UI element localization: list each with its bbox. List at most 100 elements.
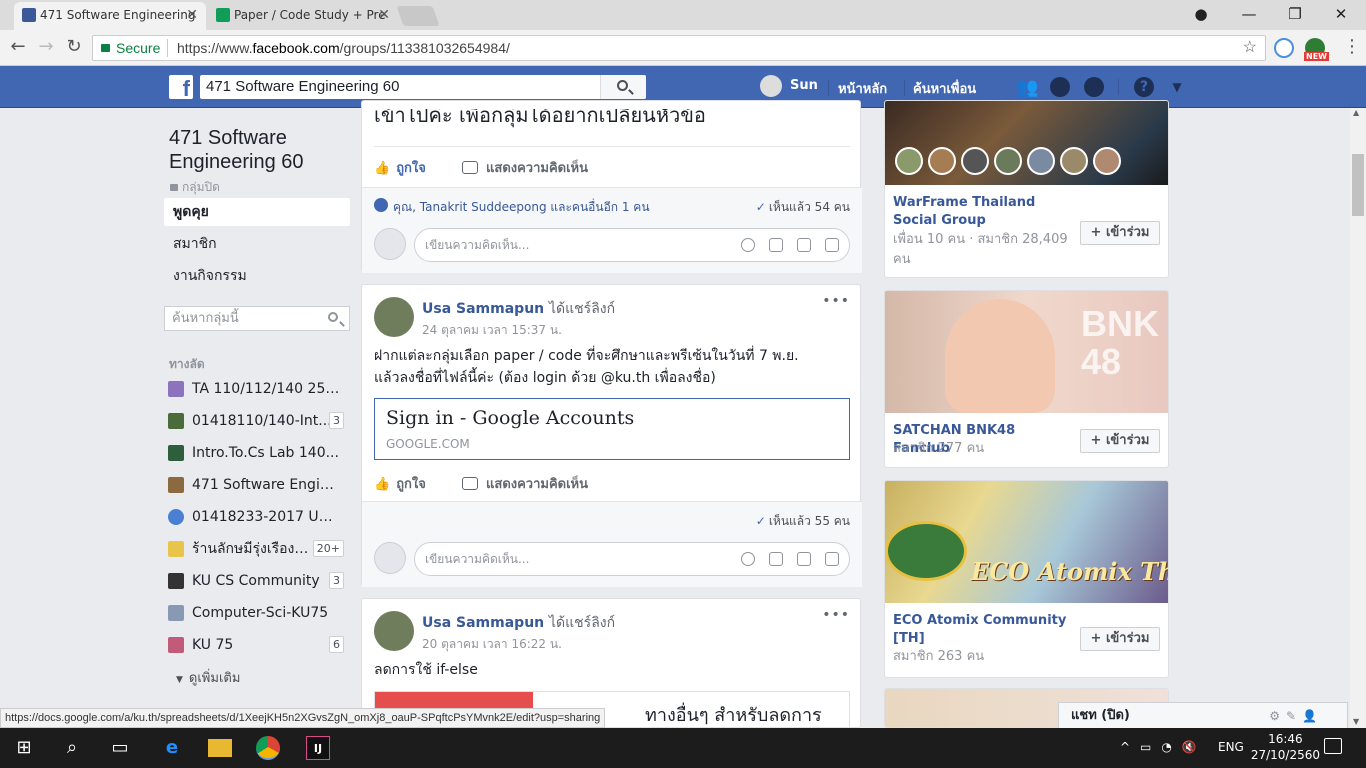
shortcut-item[interactable]: Intro.To.Cs Lab 140... <box>168 442 348 464</box>
like-button[interactable]: 👍 ถูกใจ <box>374 157 426 178</box>
likes-summary-text[interactable]: คุณ, Tanakrit Suddeepong และคนอื่นอีก 1 … <box>393 198 650 217</box>
comment-button[interactable]: แสดงความคิดเห็น <box>462 157 588 178</box>
author-avatar[interactable] <box>374 611 414 651</box>
messenger-icon[interactable] <box>1050 77 1070 97</box>
notifications-globe-icon[interactable] <box>1084 77 1104 97</box>
windows-start-icon[interactable]: ⊞ <box>12 736 36 760</box>
shortcut-item[interactable]: 471 Software Engin... <box>168 474 348 496</box>
profile-icon[interactable]: ● <box>1178 0 1224 30</box>
shortcut-item[interactable]: KU 75 6 <box>168 634 348 656</box>
emoji-icon[interactable] <box>741 552 755 566</box>
post-author[interactable]: Usa Sammapun ได้แชร์ลิงก์ <box>422 612 615 634</box>
gif-icon[interactable] <box>797 238 811 252</box>
group-title[interactable]: 471 Software Engineering 60 <box>169 126 304 174</box>
post-options-icon[interactable]: ••• <box>822 607 850 623</box>
address-bar[interactable]: Secure https://www.facebook.com/groups/1… <box>92 35 1266 61</box>
seen-count[interactable]: ✓ เห็นแล้ว 55 คน <box>756 512 850 531</box>
page-scrollbar[interactable]: ▲ ▼ <box>1350 108 1366 728</box>
check-icon: ✓ <box>755 514 766 528</box>
seen-count[interactable]: ✓ เห็นแล้ว 54 คน <box>756 198 850 217</box>
edge-icon[interactable]: e <box>160 736 184 760</box>
user-avatar[interactable] <box>760 75 782 97</box>
find-friends-link[interactable]: ค้นหาเพื่อน <box>913 78 976 99</box>
suggested-group-name[interactable]: ECO Atomix Community [TH] <box>893 612 1073 648</box>
cloud-extension-icon[interactable] <box>1274 38 1294 58</box>
close-window-button[interactable]: ✕ <box>1318 0 1364 30</box>
join-group-button[interactable]: + เข้าร่วม <box>1080 429 1160 453</box>
shortcut-item[interactable]: Computer-Sci-KU75 <box>168 602 348 624</box>
language-indicator[interactable]: ENG <box>1218 740 1244 754</box>
task-view-icon[interactable]: ▭ <box>108 736 132 760</box>
comment-input[interactable]: เขียนความคิดเห็น... <box>414 228 850 262</box>
post-timestamp[interactable]: 24 ตุลาคม เวลา 15:37 น. <box>422 321 562 340</box>
chat-bar[interactable]: แชท (ปิด) ⚙✎👤 <box>1058 702 1348 730</box>
forward-arrow-icon[interactable]: → <box>34 36 58 60</box>
link-title: Sign in - Google Accounts <box>386 407 635 429</box>
close-tab-icon[interactable]: ✕ <box>186 2 198 28</box>
emoji-icon[interactable] <box>741 238 755 252</box>
shortcut-item[interactable]: 01418110/140-Int... 3 <box>168 410 348 432</box>
group-search-input[interactable]: ค้นหากลุ่มนี้ <box>164 306 350 331</box>
friend-requests-icon[interactable]: 👥 <box>1016 77 1038 98</box>
scroll-up-icon[interactable]: ▲ <box>1353 108 1359 117</box>
post-timestamp[interactable]: 20 ตุลาคม เวลา 16:22 น. <box>422 635 562 654</box>
profile-link[interactable]: Sun <box>790 78 818 93</box>
author-avatar[interactable] <box>374 297 414 337</box>
browser-tab-facebook[interactable]: 471 Software Engineering ✕ <box>14 2 206 30</box>
group-cover-image[interactable]: ECO Atomix Thail <box>885 481 1168 603</box>
maximize-button[interactable]: ❐ <box>1272 0 1318 30</box>
back-arrow-icon[interactable]: ← <box>6 36 30 60</box>
clock[interactable]: 16:46 27/10/2560 <box>1251 731 1320 763</box>
home-link[interactable]: หน้าหลัก <box>838 78 887 99</box>
new-tab-button[interactable] <box>396 6 440 26</box>
minimize-button[interactable]: — <box>1226 0 1272 30</box>
comment-button[interactable]: แสดงความคิดเห็น <box>462 473 588 494</box>
comment-input[interactable]: เขียนความคิดเห็น... <box>414 542 850 576</box>
search-icon[interactable]: ⌕ <box>60 736 84 760</box>
comment-bubble-icon <box>462 477 478 490</box>
scroll-down-icon[interactable]: ▼ <box>1353 717 1359 726</box>
facebook-favicon-icon <box>22 8 36 22</box>
chat-options-icons[interactable]: ⚙✎👤 <box>1269 703 1323 729</box>
link-preview[interactable]: Sign in - Google Accounts GOOGLE.COM <box>374 398 850 460</box>
chrome-icon[interactable] <box>256 736 280 760</box>
join-group-button[interactable]: + เข้าร่วม <box>1080 627 1160 651</box>
facebook-logo[interactable]: f <box>169 75 193 101</box>
group-nav-events[interactable]: งานกิจกรรม <box>164 262 350 290</box>
post-options-icon[interactable]: ••• <box>822 293 850 309</box>
system-tray-icons[interactable]: ^▭◔🔇 <box>1120 740 1207 754</box>
close-tab-icon[interactable]: ✕ <box>378 2 390 28</box>
suggested-group-name[interactable]: WarFrame Thailand Social Group <box>893 194 1073 230</box>
bookmark-star-icon[interactable]: ☆ <box>1243 36 1257 60</box>
post-author[interactable]: Usa Sammapun ได้แชร์ลิงก์ <box>422 298 615 320</box>
menu-kebab-icon[interactable]: ⋮ <box>1340 36 1364 60</box>
search-icon[interactable] <box>328 312 338 322</box>
search-button[interactable] <box>600 75 646 99</box>
group-cover-image[interactable]: BNK 48 <box>885 291 1168 413</box>
browser-tab-sheets[interactable]: Paper / Code Study + Pre ✕ <box>208 2 398 30</box>
shortcut-item[interactable]: ร้านลักษมีรุ่งเรือง ... 20+ <box>168 538 348 560</box>
scrollbar-thumb[interactable] <box>1352 154 1364 216</box>
gif-icon[interactable] <box>797 552 811 566</box>
action-center-icon[interactable] <box>1324 738 1342 754</box>
group-nav-members[interactable]: สมาชิก <box>164 230 350 258</box>
join-group-button[interactable]: + เข้าร่วม <box>1080 221 1160 245</box>
plus-icon: + <box>1090 433 1106 448</box>
see-more-link[interactable]: ▼ ดูเพิ่มเติม <box>176 667 240 688</box>
reload-icon[interactable]: ↻ <box>62 36 86 60</box>
account-menu-caret-icon[interactable]: ▼ <box>1166 77 1188 97</box>
secure-indicator[interactable]: Secure <box>101 36 160 60</box>
file-explorer-icon[interactable] <box>208 739 232 757</box>
camera-icon[interactable] <box>769 238 783 252</box>
sticker-icon[interactable] <box>825 552 839 566</box>
group-nav-discussion[interactable]: พูดคุย <box>164 198 350 226</box>
facebook-search-input[interactable]: 471 Software Engineering 60 <box>200 75 646 99</box>
help-icon[interactable]: ? <box>1134 77 1154 97</box>
intellij-icon[interactable]: IJ <box>306 736 330 760</box>
shortcut-item[interactable]: KU CS Community 3 <box>168 570 348 592</box>
camera-icon[interactable] <box>769 552 783 566</box>
sticker-icon[interactable] <box>825 238 839 252</box>
shortcut-item[interactable]: TA 110/112/140 256... <box>168 378 348 400</box>
like-button[interactable]: 👍 ถูกใจ <box>374 473 426 494</box>
shortcut-item[interactable]: 01418233-2017 Uni... <box>168 506 348 528</box>
